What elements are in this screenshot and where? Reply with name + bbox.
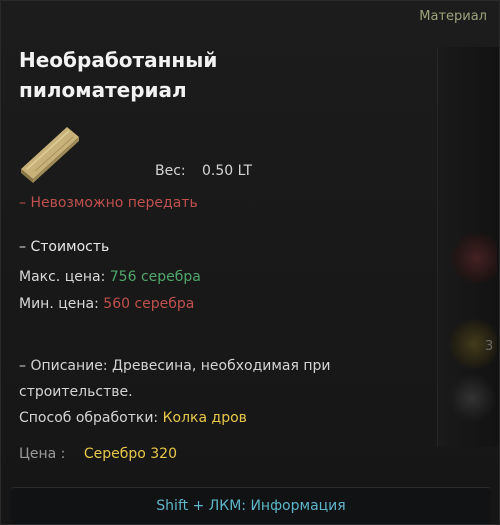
price-row: Цена : Серебро 320 [19,446,177,462]
description-line: – Описание: Древесина, необходимая при [19,358,331,374]
item-tooltip: 3 Материал Необработанный пиломатериал В… [0,0,500,525]
price-label: Цена : [19,446,66,462]
item-title: Необработанный пиломатериал [19,48,218,102]
lumber-plank-icon [17,119,83,185]
max-price-value: 756 серебра [109,269,201,285]
processing-label: Способ обработки: [19,410,159,426]
weight-label: Вес: [155,163,186,179]
inventory-slot [447,233,497,283]
restriction-text: – Невозможно передать [19,195,198,211]
info-hint-bar: Shift + ЛКМ: Информация [11,487,491,524]
processing-row: Способ обработки: Колка дров [19,405,419,431]
description-line: строительстве. [19,384,133,400]
item-description: – Описание: Древесина, необходимая при с… [19,353,419,431]
inventory-slot-count: 3 [485,339,494,354]
inventory-slot [447,373,497,423]
max-price-label: Макс. цена: [19,269,106,285]
item-category: Материал [419,9,487,24]
weight-value: 0.50 LT [202,163,253,179]
cost-header: – Стоимость [19,239,110,255]
max-price-row: Макс. цена: 756 серебра [19,269,201,285]
min-price-row: Мин. цена: 560 серебра [19,296,194,312]
min-price-label: Мин. цена: [19,296,99,312]
price-value: Серебро 320 [83,446,177,462]
min-price-value: 560 серебра [103,296,195,312]
processing-value: Колка дров [162,410,247,426]
